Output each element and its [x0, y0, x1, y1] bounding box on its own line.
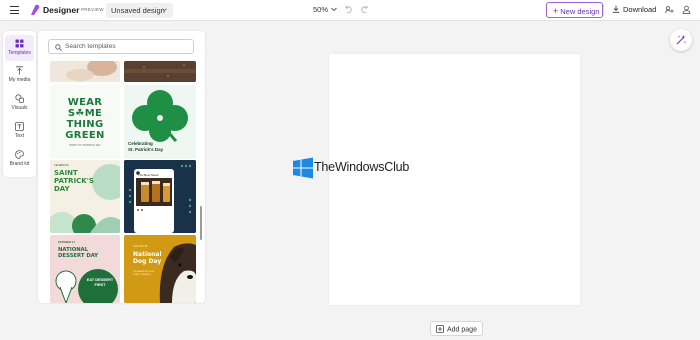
template-tile-top-left[interactable]	[50, 61, 120, 82]
dog-day-line-2: Dog Day	[133, 258, 162, 265]
rail-item-brand-kit[interactable]: Brand kit	[5, 146, 34, 172]
add-page-button[interactable]: Add page	[430, 321, 483, 336]
search-box[interactable]	[48, 39, 194, 54]
saint-small-label: CELEBRATE	[54, 164, 69, 167]
new-design-label: New design	[560, 7, 600, 16]
brew-tavern-title: The Brew Tavern	[138, 173, 160, 177]
upload-icon	[16, 66, 23, 75]
template-photo-wood	[124, 61, 196, 82]
topbar-divider	[603, 5, 604, 16]
design-canvas[interactable]	[329, 54, 580, 305]
magic-wand-icon	[676, 35, 686, 45]
brand-kit-icon	[15, 150, 24, 159]
rail-item-templates[interactable]: Templates	[5, 35, 34, 61]
rail-item-visuals[interactable]: Visuals	[5, 90, 34, 116]
share-icon[interactable]	[665, 5, 674, 14]
saint-line-3: DAY	[54, 185, 70, 193]
dessert-line-2: DESSERT DAY	[58, 253, 99, 259]
top-bar: Designer PREVIEW Unsaved design 50% + New…	[0, 0, 700, 21]
templates-panel: WEAR S☘ME THING GREEN HAPPY ST. PATRICK'…	[38, 31, 205, 303]
add-page-icon	[436, 325, 444, 333]
hamburger-menu-icon[interactable]	[10, 6, 19, 14]
watermark-text: TheWindowsClub	[314, 160, 410, 174]
saint-line-1: SAINT	[54, 169, 78, 177]
templates-icon	[15, 39, 24, 48]
wear-line-3: THING	[66, 119, 104, 130]
wear-line-4: GREEN	[65, 130, 105, 141]
rail-label-brand-kit: Brand kit	[9, 161, 30, 167]
dog-day-title: National Dog Day	[133, 251, 162, 265]
search-input[interactable]	[65, 41, 191, 52]
rail-label-text: Text	[14, 133, 25, 139]
rail-item-my-media[interactable]: My media	[5, 62, 34, 88]
dog-day-line-1: National	[133, 251, 162, 258]
wear-subtitle: HAPPY ST. PATRICK'S DAY	[69, 144, 101, 147]
zoom-level[interactable]: 50%	[313, 5, 328, 14]
shapes-icon	[15, 94, 24, 103]
phone-mockup	[124, 160, 196, 233]
rail-label-templates: Templates	[8, 50, 31, 56]
dog-day-date: AUGUST 26	[133, 245, 148, 248]
designer-logo-icon	[31, 4, 40, 16]
chevron-down-icon	[162, 8, 167, 12]
rail-label-my-media: My media	[8, 77, 31, 83]
template-tile-national-dessert-day[interactable]: OCTOBER 14 NATIONAL DESSERT DAY EAT DESS…	[50, 235, 120, 303]
design-name-dropdown[interactable]: Unsaved design	[106, 3, 173, 18]
download-label: Download	[623, 5, 657, 14]
panel-scrollbar[interactable]	[200, 206, 202, 240]
search-icon	[55, 43, 62, 51]
dog-day-subtitle: CELEBRATING OUR FURRY FRIENDS	[133, 271, 154, 276]
redo-icon[interactable]	[360, 5, 369, 14]
template-tile-saint-patricks-day[interactable]: CELEBRATE SAINT PATRICK'S DAY	[50, 160, 120, 233]
undo-icon[interactable]	[344, 5, 353, 14]
app-name: Designer	[43, 5, 80, 15]
preview-badge: PREVIEW	[81, 7, 104, 12]
template-tile-top-right[interactable]	[124, 61, 196, 82]
plus-icon: +	[553, 6, 559, 16]
template-tile-wear-something-green[interactable]: WEAR S☘ME THING GREEN HAPPY ST. PATRICK'…	[50, 85, 120, 159]
thewindowsclub-logo-icon	[293, 157, 313, 179]
wear-line-2: S☘ME	[67, 108, 103, 119]
eat-dessert-first-badge: EAT DESSERT FIRST	[86, 278, 114, 287]
template-tile-celebrating-st-patricks[interactable]: Celebrating St. Patrick's Day	[124, 85, 196, 159]
saint-line-2: PATRICK'S	[54, 177, 94, 185]
designer-ai-button[interactable]	[670, 29, 692, 51]
template-tile-the-brew-tavern[interactable]: The Brew Tavern	[124, 160, 196, 233]
rail-item-text[interactable]: Text	[5, 118, 34, 144]
design-name-label: Unsaved design	[111, 6, 165, 15]
saint-patricks-title: SAINT PATRICK'S DAY	[54, 169, 94, 193]
rail-label-visuals: Visuals	[11, 105, 28, 111]
add-page-label: Add page	[447, 326, 477, 334]
left-rail: Templates My media Visuals Text Brand ki…	[3, 31, 36, 177]
template-photo-hands	[50, 61, 120, 82]
download-button[interactable]: Download	[607, 2, 659, 18]
template-tile-national-dog-day[interactable]: AUGUST 26 National Dog Day CELEBRATING O…	[124, 235, 196, 303]
zoom-chevron-down-icon[interactable]	[331, 6, 337, 12]
dessert-date: OCTOBER 14	[58, 241, 75, 244]
download-icon	[612, 5, 620, 13]
celebrating-text: Celebrating St. Patrick's Day	[128, 141, 164, 152]
wear-something-green-text: WEAR S☘ME THING GREEN	[50, 97, 120, 141]
wear-line-1: WEAR	[67, 97, 103, 108]
new-design-button[interactable]: + New design	[546, 2, 603, 18]
profile-icon[interactable]	[682, 5, 691, 14]
dessert-title: NATIONAL DESSERT DAY	[58, 247, 98, 259]
text-icon	[15, 122, 24, 131]
